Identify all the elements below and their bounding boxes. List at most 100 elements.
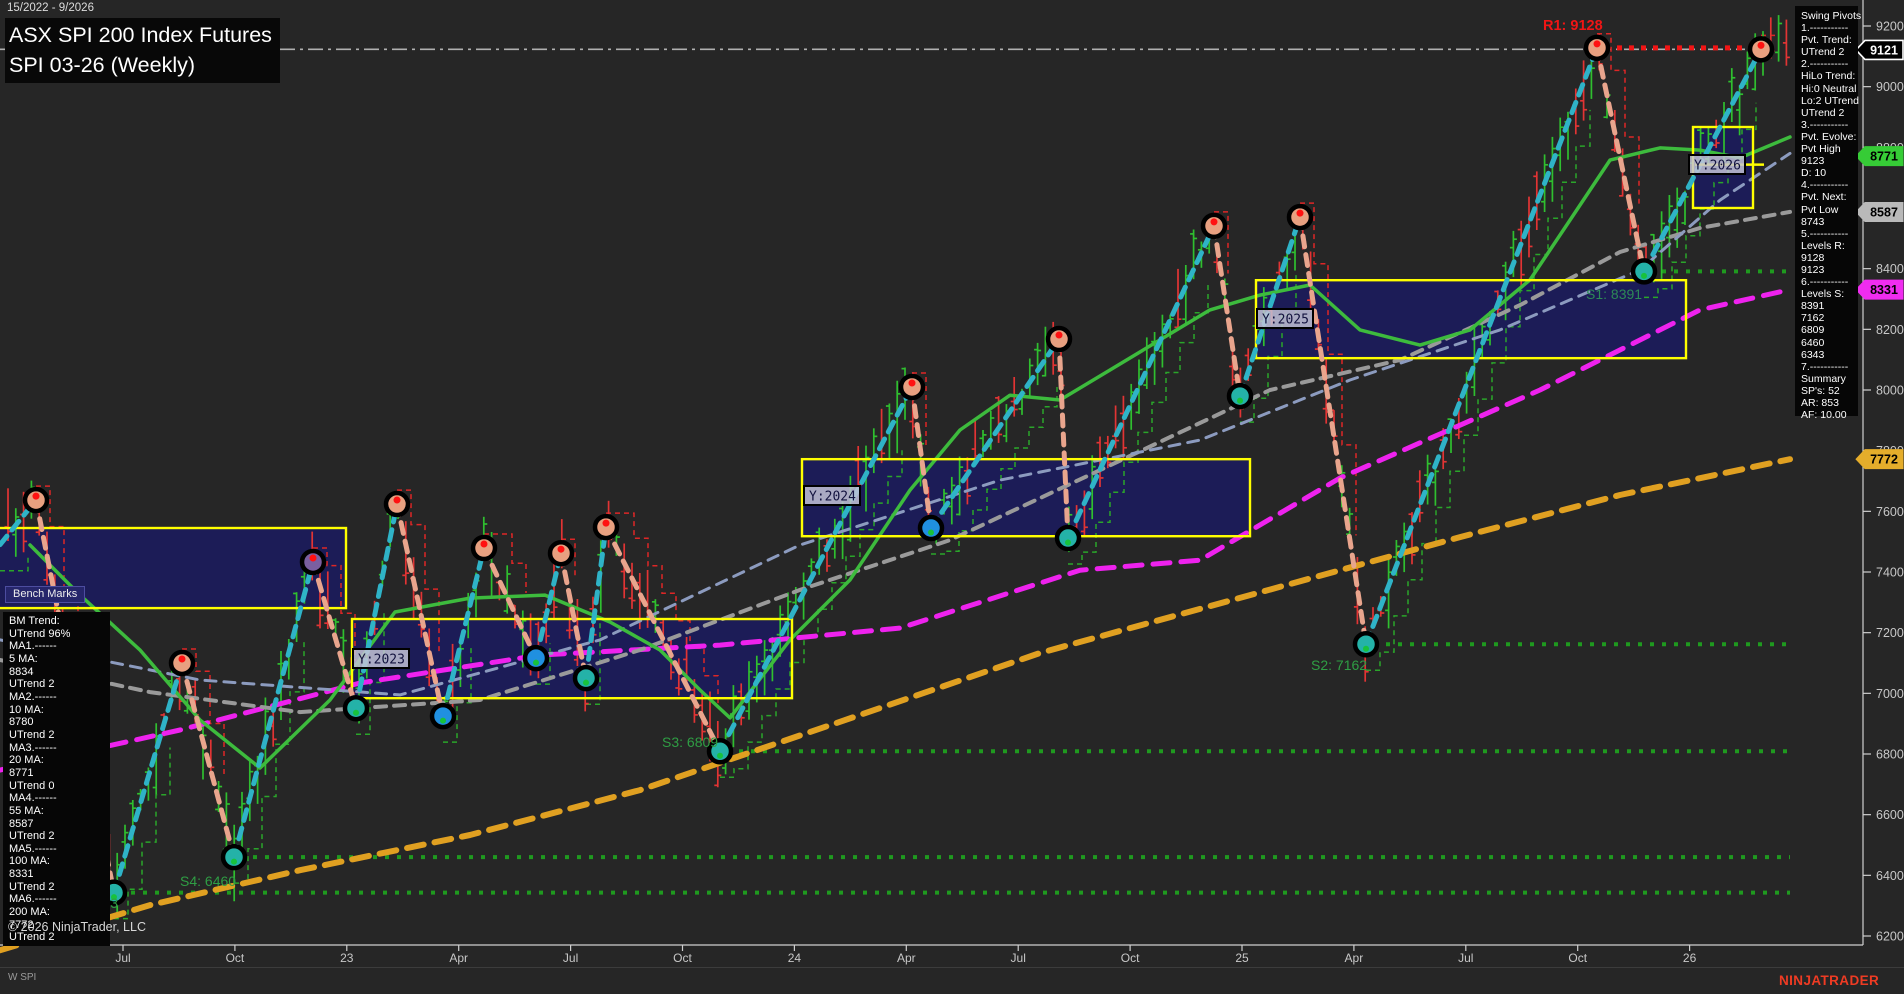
time-axis-label: Jul <box>115 951 130 965</box>
swing-pivot-line: 2.----------- <box>1801 58 1849 71</box>
price-axis-label: 8000 <box>1876 384 1904 398</box>
bm-trend-line: 100 MA: <box>9 855 50 868</box>
swing-high-marker <box>592 513 620 541</box>
pivot-dot <box>353 709 359 716</box>
bm-trend-line: 8780 <box>9 716 34 729</box>
chart-title-line1: ASX SPI 200 Index Futures <box>9 23 272 47</box>
swing-pivot-line: 6.----------- <box>1801 276 1849 289</box>
bm-trend-line: UTrend 2 <box>9 830 55 843</box>
time-axis-label: Jul <box>1458 951 1473 965</box>
swing-pivot-line: Pvt. Next: <box>1801 191 1847 204</box>
price-bar <box>1775 15 1783 62</box>
swing-low-marker <box>1054 524 1082 552</box>
swing-high-marker <box>1200 212 1228 240</box>
time-axis-label: Apr <box>449 951 468 965</box>
swing-high-marker <box>470 534 498 562</box>
swing-down-line <box>1211 223 1243 399</box>
bm-trend-line: MA1.------ <box>9 640 57 653</box>
pivot-dot <box>32 492 40 500</box>
pivot-dot <box>557 545 565 553</box>
price-marker-label: 8587 <box>1870 205 1898 219</box>
bm-trend-line: UTrend 0 <box>9 779 55 792</box>
bm-trend-line: UTrend 2 <box>9 678 55 691</box>
pivot-dot <box>1210 218 1218 226</box>
time-axis-label: Apr <box>1345 951 1364 965</box>
bm-trend-line: 5 MA: <box>9 652 38 665</box>
bm-trend-line: MA4.------ <box>9 792 57 805</box>
price-axis-label: 6600 <box>1876 808 1904 822</box>
bm-trend-line: 55 MA: <box>9 804 44 817</box>
swing-high-marker <box>22 486 50 514</box>
bm-trend-line: 10 MA: <box>9 703 44 716</box>
swing-high-marker <box>1045 325 1073 353</box>
support-label: S2: 7162 <box>1311 657 1367 673</box>
swing-low-marker <box>1226 382 1254 410</box>
time-axis-label: Jul <box>563 951 578 965</box>
ninjatrader-logo: NINJATRADER <box>1779 973 1880 988</box>
support-label: S3: 6809 <box>662 734 718 750</box>
price-marker-label: 7772 <box>1870 453 1898 467</box>
support-label: S1: 8391 <box>1586 286 1642 302</box>
pivot-dot <box>928 529 934 536</box>
swing-low-marker <box>572 664 600 692</box>
pivot-dot <box>1237 397 1243 404</box>
date-range-label: 15/2022 - 9/2026 <box>7 2 94 14</box>
price-axis-label: 7000 <box>1876 687 1904 701</box>
swing-pivot-line: 5.----------- <box>1801 227 1849 240</box>
price-bar <box>1782 19 1790 66</box>
price-axis-label: 7400 <box>1876 566 1904 580</box>
chart-tab-wspi[interactable]: W SPI <box>8 972 36 983</box>
price-bar <box>1431 463 1439 506</box>
bm-trend-line: UTrend 96% <box>9 627 71 640</box>
bm-trend-line: MA2.------ <box>9 690 57 703</box>
swing-low-marker <box>342 694 370 722</box>
bm-trend-line: MA3.------ <box>9 741 57 754</box>
price-marker-label: 8331 <box>1870 283 1898 297</box>
swing-pivot-line: Lo:2 UTrend <box>1801 94 1859 107</box>
swing-pivot-line: D: 10 <box>1801 167 1827 180</box>
time-axis-label: 24 <box>788 951 802 965</box>
price-chart[interactable]: R1: 9128 S1: 8391 S2: 7162 S3: 6809 S4: 6460… <box>0 0 1904 994</box>
swing-down-line <box>179 660 237 860</box>
support-label: S4: 6460 <box>180 873 236 889</box>
bm-trend-line: 8771 <box>9 766 34 779</box>
bench-marks-panel: BM Trend: UTrend 96% MA1.------ 5 MA: 8834 UT… <box>3 612 110 946</box>
swing-pivot-line: AR: 853 <box>1801 397 1839 409</box>
swing-low-marker <box>1352 630 1380 658</box>
chart-window: { "window": { "range_label": "15/2022 - … <box>0 0 1904 994</box>
resistance-label: R1: 9128 <box>1543 18 1603 34</box>
bench-marks-tag[interactable]: Bench Marks <box>5 586 86 603</box>
year-range-box-fill <box>802 459 1250 537</box>
pivot-dot <box>717 752 723 759</box>
swing-pivot-line: 6809 <box>1801 324 1825 337</box>
swing-pivot-line: 9123 <box>1801 263 1825 276</box>
pivot-dot <box>1296 209 1304 217</box>
price-axis-label: 9200 <box>1876 20 1904 34</box>
bm-trend-line: 200 MA: <box>9 906 50 919</box>
price-axis-label: 6800 <box>1876 748 1904 762</box>
swing-pivot-line: 4.----------- <box>1801 179 1849 192</box>
pivot-dot <box>602 519 610 527</box>
year-chip-label: Y:2025 <box>1262 313 1309 328</box>
swing-pivot-line: UTrend 2 <box>1801 106 1845 119</box>
bm-trend-line: 20 MA: <box>9 754 44 767</box>
swing-pivots-panel: Swing Pivots 1.----------- Pvt. Trend: UTre… <box>1795 6 1862 421</box>
swing-pivot-line: 1.----------- <box>1801 22 1849 35</box>
pivot-dot <box>1363 645 1369 652</box>
swing-pivot-line: Pvt High <box>1801 143 1841 156</box>
swing-high-marker <box>898 373 926 401</box>
price-axis-label: 6200 <box>1876 930 1904 944</box>
swing-low-marker <box>1630 258 1658 285</box>
swing-pivot-line: Summary <box>1801 372 1846 385</box>
pivot-dot <box>1055 331 1063 339</box>
pivot-dot <box>309 554 317 562</box>
time-axis-label: Oct <box>226 951 245 965</box>
pivot-dot <box>908 379 916 387</box>
pivot-dot <box>1757 41 1765 49</box>
swing-pivot-line: Swing Pivots <box>1801 10 1862 22</box>
swing-pivot-line: Pvt. Trend: <box>1801 34 1852 47</box>
pivot-dot <box>1065 539 1071 546</box>
pivot-dot <box>231 858 237 865</box>
swing-pivot-line: Pvt. Evolve: <box>1801 130 1857 143</box>
bm-trend-line: MA5.------ <box>9 842 57 855</box>
